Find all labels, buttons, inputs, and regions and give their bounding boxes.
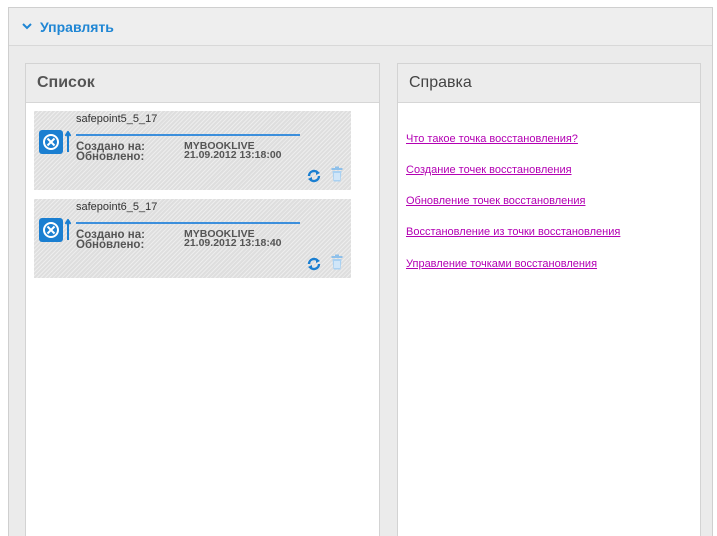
- updated-label: Обновлено:: [76, 151, 145, 163]
- help-panel-title: Справка: [398, 64, 700, 103]
- list-panel-title: Список: [26, 64, 379, 103]
- arrow-up-icon: [65, 219, 71, 240]
- safepoint-icon: [39, 218, 63, 242]
- safepoint-icon: [39, 130, 63, 154]
- safepoint-divider: [76, 222, 300, 224]
- updated-label: Обновлено:: [76, 239, 145, 251]
- help-link-what-is-safepoint[interactable]: Что такое точка восстановления?: [406, 133, 578, 145]
- chevron-down-icon[interactable]: [22, 22, 32, 32]
- refresh-icon[interactable]: [306, 168, 322, 184]
- safepoint-name: safepoint6_5_17: [76, 201, 158, 213]
- help-link-update-safepoints[interactable]: Обновление точек восстановления: [406, 195, 585, 207]
- help-link-create-safepoints[interactable]: Создание точек восстановления: [406, 164, 572, 176]
- updated-value: 21.09.2012 13:18:00: [184, 149, 282, 161]
- list-item[interactable]: safepoint5_5_17 Создано на: MYBOOKLIVE О…: [34, 111, 351, 190]
- trash-icon[interactable]: [331, 254, 343, 270]
- safepoint-divider: [76, 134, 300, 136]
- manage-title[interactable]: Управлять: [40, 19, 114, 35]
- refresh-icon[interactable]: [306, 256, 322, 272]
- help-link-manage-safepoints[interactable]: Управление точками восстановления: [406, 258, 597, 270]
- safepoint-name: safepoint5_5_17: [76, 113, 158, 125]
- manage-header[interactable]: Управлять: [9, 8, 712, 46]
- list-item[interactable]: safepoint6_5_17 Создано на: MYBOOKLIVE О…: [34, 199, 351, 278]
- arrow-up-icon: [65, 131, 71, 152]
- help-link-restore-from-safepoint[interactable]: Восстановление из точки восстановления: [406, 226, 620, 238]
- updated-value: 21.09.2012 13:18:40: [184, 237, 282, 249]
- trash-icon[interactable]: [331, 166, 343, 182]
- list-panel: Список safepoint5_5_17 Создано на: MYBOO…: [25, 63, 380, 536]
- manage-section: Управлять Список safepoint5_5_17 Создано…: [8, 7, 713, 536]
- help-panel: Справка Что такое точка восстановления? …: [397, 63, 701, 536]
